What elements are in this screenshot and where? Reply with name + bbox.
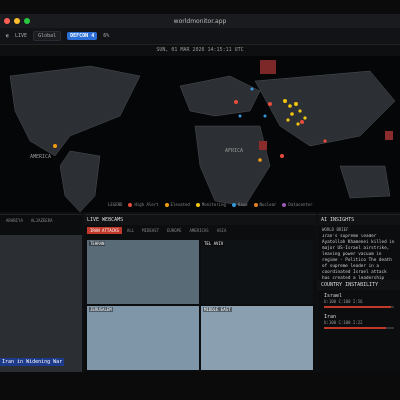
defcon-percent: 6% (103, 33, 110, 39)
legend-title: LEGEND (108, 202, 123, 207)
top-toolbar: ◐ LIVE Global DEFCON 4 6% (0, 28, 400, 45)
tab-iran-attacks[interactable]: IRAN ATTACKS (87, 227, 122, 234)
tab-all[interactable]: ALL (124, 227, 137, 234)
bottom-panels: ARABIYA ALJAZEERA Iran in Widening War L… (0, 214, 400, 372)
live-indicator: LIVE (15, 33, 28, 39)
titlebar: worldmonitor.app (0, 14, 400, 28)
region-select[interactable]: Global (33, 31, 62, 41)
legend-item: Nuclear (253, 202, 276, 207)
news-headline: Iran in Widening War (0, 358, 65, 366)
map-canvas[interactable] (0, 56, 400, 212)
webcams-title: LIVE WEBCAMS (84, 215, 316, 225)
maximize-icon[interactable] (24, 18, 30, 24)
github-icon[interactable]: ◐ (6, 33, 9, 39)
instability-bar-israel (324, 306, 391, 308)
webcam-tabs: IRAN ATTACKS ALL MIDEAST EUROPE AMERICAS… (84, 225, 316, 236)
legend-item: Datacenter (282, 202, 313, 207)
map-legend: LEGEND High Alert Elevated Monitoring Ba… (108, 202, 313, 207)
ai-title: AI INSIGHTS (318, 215, 400, 225)
legend-item: Monitoring (195, 202, 226, 207)
south-america-shape (59, 150, 101, 212)
asia-shape (254, 70, 396, 147)
legend-item: Elevated (164, 202, 190, 207)
tab-mideast[interactable]: MIDEAST (139, 227, 162, 234)
instability-row-israel[interactable]: Israel U:100 C:100 I:56 (318, 290, 400, 311)
tab-asia[interactable]: ASIA (214, 227, 230, 234)
tab-europe[interactable]: EUROPE (164, 227, 184, 234)
ai-section: WORLD BRIEF (322, 227, 349, 232)
ai-brief: Iran's supreme leader Ayatollah Khamenei… (322, 234, 395, 280)
webcam-jerusalem[interactable]: JERUSALEM (87, 306, 199, 370)
close-icon[interactable] (4, 18, 10, 24)
minimize-icon[interactable] (14, 18, 20, 24)
instability-row-iran[interactable]: Iran U:100 C:100 I:22 (318, 311, 400, 332)
tab-aljazeera[interactable]: ALJAZEERA (28, 217, 56, 224)
legend-item: High Alert (128, 202, 159, 207)
map-label-america: AMERICA (30, 154, 52, 160)
australia-shape (339, 165, 391, 199)
europe-shape (179, 75, 261, 117)
tab-americas[interactable]: AMERICAS (186, 227, 211, 234)
news-tabs: ARABIYA ALJAZEERA (0, 215, 82, 226)
webcam-grid: TEHRAN TEL AVIV JERUSALEM MIDDLE EAST (84, 240, 316, 370)
africa-shape (194, 125, 271, 207)
defcon-badge: DEFCON 4 (67, 32, 98, 40)
instability-bar-iran (324, 327, 386, 329)
window-title: worldmonitor.app (173, 17, 227, 25)
map-label-africa: AFRICA (225, 148, 244, 154)
world-map[interactable]: AMERICA AFRICA (0, 56, 400, 212)
webcam-tel-aviv[interactable]: TEL AVIV (201, 240, 313, 304)
datetime-bar: SUN, 01 MAR 2026 14:15:11 UTC (156, 47, 244, 53)
north-america-shape (9, 65, 141, 157)
tab-arabiya[interactable]: ARABIYA (3, 217, 26, 224)
webcams-panel: LIVE WEBCAMS IRAN ATTACKS ALL MIDEAST EU… (84, 214, 316, 372)
webcam-middle-east[interactable]: MIDDLE EAST (201, 306, 313, 370)
webcam-tehran[interactable]: TEHRAN (87, 240, 199, 304)
window-controls (4, 18, 30, 24)
legend-item: Base (231, 202, 248, 207)
news-panel: ARABIYA ALJAZEERA Iran in Widening War (0, 214, 82, 372)
ai-insights-panel: AI INSIGHTS WORLD BRIEF Iran's supreme l… (318, 214, 400, 372)
news-video[interactable] (0, 235, 82, 372)
instability-title: COUNTRY INSTABILITY (318, 280, 400, 290)
